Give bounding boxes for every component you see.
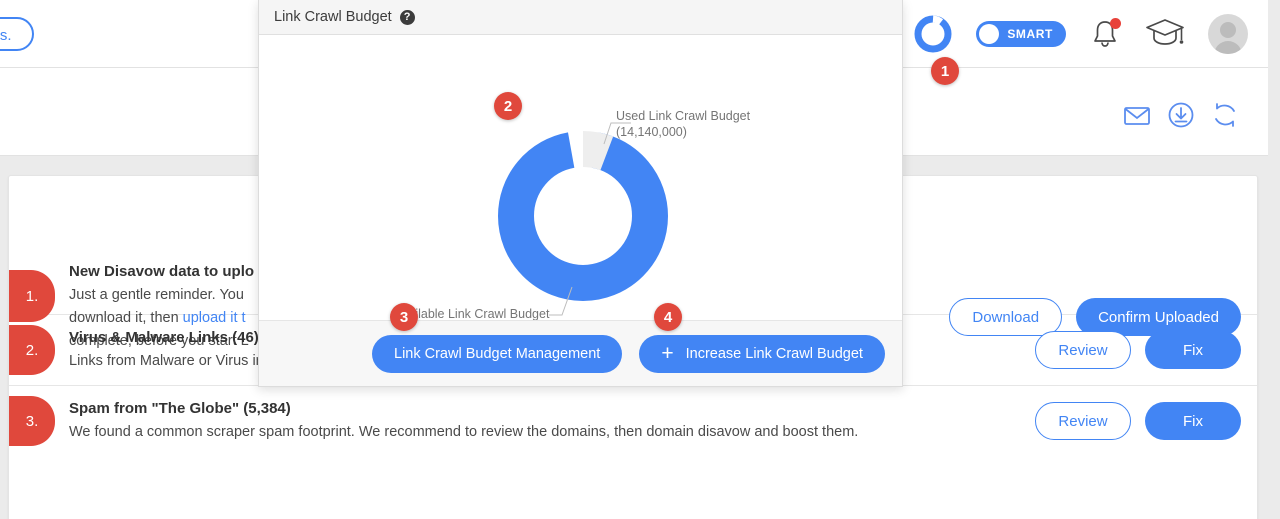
- avatar[interactable]: [1208, 14, 1248, 54]
- row-actions: Review Fix: [1035, 331, 1241, 369]
- row-index-badge: 2.: [9, 325, 55, 375]
- review-button[interactable]: Review: [1035, 331, 1131, 369]
- envelope-icon[interactable]: [1122, 102, 1152, 128]
- review-button[interactable]: Review: [1035, 402, 1131, 440]
- increase-link-crawl-budget-button[interactable]: + Increase Link Crawl Budget: [639, 334, 885, 373]
- link-crawl-budget-management-button[interactable]: Link Crawl Budget Management: [372, 334, 623, 373]
- popup-title: Link Crawl Budget: [274, 9, 392, 25]
- smart-toggle[interactable]: SMART: [976, 21, 1066, 47]
- fix-button[interactable]: Fix: [1145, 331, 1241, 369]
- chart-label-used-value: (14,140,000): [616, 125, 687, 139]
- avatar-head: [1220, 22, 1236, 38]
- bell-icon[interactable]: [1088, 17, 1122, 51]
- notification-dot: [1110, 18, 1121, 29]
- table-row: 3. Spam from "The Globe" (5,384) We foun…: [9, 386, 1257, 458]
- help-icon[interactable]: ?: [399, 9, 415, 25]
- step-badge-1: 1: [931, 57, 959, 85]
- avatar-body: [1214, 41, 1242, 54]
- link-crawl-budget-donut-chart: Used Link Crawl Budget (14,140,000) Avai…: [259, 35, 902, 337]
- progress-ring-icon[interactable]: [912, 13, 954, 55]
- issue-description: We found a common scraper spam footprint…: [69, 424, 859, 440]
- row-index-badge: 3.: [9, 396, 55, 446]
- step-badge-3: 3: [390, 303, 418, 331]
- step-badge-4: 4: [654, 303, 682, 331]
- graduation-cap-icon[interactable]: [1144, 15, 1186, 54]
- step-badge-2: 2: [494, 92, 522, 120]
- link-crawl-budget-popup: Link Crawl Budget ? Used Link Crawl Budg…: [258, 0, 903, 387]
- increase-link-crawl-budget-label: Increase Link Crawl Budget: [685, 345, 863, 362]
- chart-label-used-name: Used Link Crawl Budget: [616, 109, 751, 123]
- row-actions: Review Fix: [1035, 402, 1241, 440]
- header-right-group: SMART: [912, 0, 1248, 68]
- app-root: naged Services. SMART: [0, 0, 1280, 519]
- smart-toggle-knob: [979, 24, 999, 44]
- toolbar-icon-group: [1122, 100, 1240, 130]
- donut-svg: [498, 122, 668, 316]
- refresh-icon[interactable]: [1210, 100, 1240, 130]
- right-page-edge: [1268, 0, 1280, 519]
- chart-label-used: Used Link Crawl Budget (14,140,000): [616, 108, 750, 140]
- download-circle-icon[interactable]: [1166, 100, 1196, 130]
- smart-toggle-label: SMART: [1007, 27, 1053, 41]
- plus-icon: +: [661, 342, 674, 365]
- issue-desc-line-1: Just a gentle reminder. You: [69, 287, 244, 303]
- fix-button[interactable]: Fix: [1145, 402, 1241, 440]
- managed-services-pill[interactable]: naged Services.: [0, 17, 34, 51]
- popup-header: Link Crawl Budget ?: [259, 0, 902, 35]
- issue-title: Spam from "The Globe" (5,384): [69, 400, 291, 417]
- donut-slice-available: [498, 131, 668, 301]
- popup-footer: Link Crawl Budget Management + Increase …: [259, 320, 902, 386]
